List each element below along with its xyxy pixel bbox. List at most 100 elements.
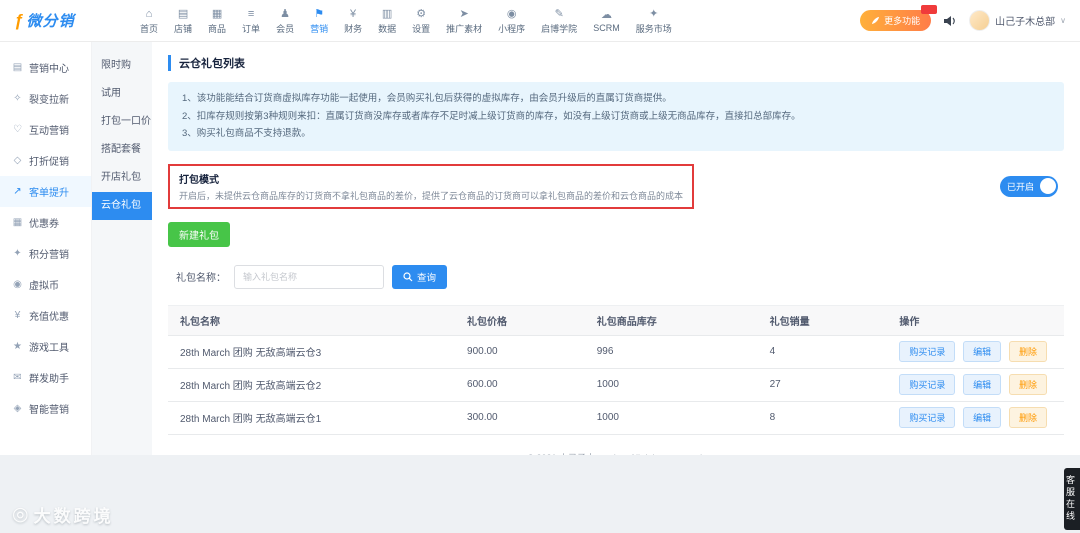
topbar-right: 更多功能 山己子木总部 ∨ xyxy=(860,5,1066,31)
top-nav-item[interactable]: ✎ 启博学院 xyxy=(533,7,585,35)
top-nav-item[interactable]: ¥ 财务 xyxy=(336,7,370,35)
chevron-down-icon: ∨ xyxy=(1060,16,1066,25)
nav-label: 营销 xyxy=(310,23,329,34)
cell-package-sales: 27 xyxy=(757,368,888,402)
watermark: ◎ 大数跨境 xyxy=(12,502,114,527)
search-button-label: 查询 xyxy=(417,272,437,284)
top-nav-item[interactable]: ▤ 店铺 xyxy=(166,7,200,35)
sidebar-item-icon: ¥ xyxy=(14,310,21,321)
cell-package-sales: 4 xyxy=(757,335,888,369)
cell-package-name: 28th March 团购 无敌高端云仓1 xyxy=(168,401,456,435)
col-package-price: 礼包价格 xyxy=(455,304,585,336)
sidebar-item[interactable]: ★ 游戏工具 xyxy=(0,331,91,362)
sidebar-item[interactable]: ◇ 打折促销 xyxy=(0,145,91,176)
edit-button[interactable]: 编辑 xyxy=(963,341,1002,363)
sidebar-item-label: 虚拟币 xyxy=(29,281,59,292)
sidebar-item-icon: ◇ xyxy=(13,155,22,166)
table-row: 28th March 团购 无敌高端云仓1 300.00 1000 8 购买记录… xyxy=(168,401,1064,435)
delete-button[interactable]: 删除 xyxy=(1008,407,1047,429)
submenu-item[interactable]: 云仓礼包 xyxy=(92,192,152,220)
customer-service-tab[interactable]: 客服在线 xyxy=(1064,468,1080,530)
package-mode-toggle[interactable]: 已开启 xyxy=(1000,175,1058,197)
nav-label: SCRM xyxy=(593,23,620,33)
sidebar-item-icon: ▤ xyxy=(12,62,23,73)
sidebar-item-icon: ▦ xyxy=(12,217,23,228)
col-package-stock: 礼包商品库存 xyxy=(584,304,758,336)
logo[interactable]: ƒ 微分销 xyxy=(14,10,132,31)
edit-button[interactable]: 编辑 xyxy=(963,407,1002,429)
logo-text: 微分销 xyxy=(26,13,75,30)
purchase-records-button[interactable]: 购买记录 xyxy=(899,341,956,363)
edit-button[interactable]: 编辑 xyxy=(963,374,1002,396)
sidebar-item[interactable]: ▦ 优惠券 xyxy=(0,207,91,238)
user-menu[interactable]: 山己子木总部 ∨ xyxy=(969,10,1066,31)
purchase-records-button[interactable]: 购买记录 xyxy=(899,374,956,396)
nav-label: 财务 xyxy=(344,23,363,34)
nav-label: 商品 xyxy=(208,23,227,34)
top-nav-item[interactable]: ♟ 会员 xyxy=(268,7,302,35)
sidebar-item[interactable]: ✦ 积分营销 xyxy=(0,238,91,269)
submenu-item[interactable]: 试用 xyxy=(92,80,152,108)
cell-package-stock: 996 xyxy=(584,335,758,369)
sidebar-item-icon: ★ xyxy=(13,341,22,352)
sidebar-item[interactable]: ◈ 智能营销 xyxy=(0,393,91,424)
top-nav-item[interactable]: ⚑ 营销 xyxy=(302,7,336,35)
package-mode-highlight: 打包模式 开启后，未提供云仓商品库存的订货商不拿礼包商品的差价，提供了云仓商品的… xyxy=(168,163,695,209)
top-nav-item[interactable]: ◉ 小程序 xyxy=(490,7,533,35)
top-nav-item[interactable]: ▦ 商品 xyxy=(200,7,234,35)
notice-line: 3、购买礼包商品不支持退款。 xyxy=(182,128,311,140)
announcement-icon[interactable] xyxy=(943,15,957,27)
cell-package-stock: 1000 xyxy=(584,401,758,435)
sidebar-item[interactable]: ¥ 充值优惠 xyxy=(0,300,91,331)
package-table: 礼包名称 礼包价格 礼包商品库存 礼包销量 操作 28th March 团购 无… xyxy=(168,304,1064,435)
table-body: 28th March 团购 无敌高端云仓3 900.00 996 4 购买记录 … xyxy=(168,335,1064,435)
package-mode-row: 打包模式 开启后，未提供云仓商品库存的订货商不拿礼包商品的差价，提供了云仓商品的… xyxy=(168,163,1064,209)
search-row: 礼包名称： 查询 xyxy=(176,264,1064,289)
delete-button[interactable]: 删除 xyxy=(1008,341,1047,363)
top-nav-item[interactable]: ▥ 数据 xyxy=(370,7,404,35)
cell-package-price: 300.00 xyxy=(455,401,585,435)
nav-icon: ⌂ xyxy=(145,7,153,20)
nav-label: 数据 xyxy=(378,23,397,34)
nav-label: 订单 xyxy=(242,23,261,34)
submenu-item[interactable]: 打包一口价 xyxy=(92,108,152,136)
top-nav-item[interactable]: ⌂ 首页 xyxy=(132,7,166,35)
top-nav-item[interactable]: ☁ SCRM xyxy=(585,8,628,33)
sidebar-item[interactable]: ♡ 互动营销 xyxy=(0,114,91,145)
search-button[interactable]: 查询 xyxy=(392,264,448,289)
sidebar-item[interactable]: ✧ 裂变拉新 xyxy=(0,83,91,114)
page-title: 云仓礼包列表 xyxy=(168,55,1064,71)
sidebar-item[interactable]: ◉ 虚拟币 xyxy=(0,269,91,300)
cell-operations: 购买记录 编辑 删除 xyxy=(887,401,1064,435)
purchase-records-button[interactable]: 购买记录 xyxy=(899,407,956,429)
sidebar-item-label: 互动营销 xyxy=(29,126,69,137)
sidebar-item[interactable]: ↗ 客单提升 xyxy=(0,176,91,207)
search-input[interactable] xyxy=(234,264,384,289)
sidebar-item-label: 智能营销 xyxy=(29,405,69,416)
delete-button[interactable]: 删除 xyxy=(1008,374,1047,396)
submenu-item[interactable]: 搭配套餐 xyxy=(92,136,152,164)
sidebar-item[interactable]: ▤ 营销中心 xyxy=(0,52,91,83)
sidebar-item-icon: ◈ xyxy=(13,403,22,414)
nav-icon: ¥ xyxy=(350,7,357,20)
sidebar-item[interactable]: ✉ 群发助手 xyxy=(0,362,91,393)
sidebar-item-label: 客单提升 xyxy=(29,188,69,199)
top-nav-item[interactable]: ➤ 推广素材 xyxy=(438,7,490,35)
toggle-knob xyxy=(1040,178,1056,195)
cell-operations: 购买记录 编辑 删除 xyxy=(887,335,1064,369)
submenu-item[interactable]: 限时购 xyxy=(92,52,152,80)
sidebar-item-label: 积分营销 xyxy=(29,250,69,261)
top-nav-item[interactable]: ✦ 服务市场 xyxy=(628,7,680,35)
notice-line: 2、扣库存规则按第3种规则来扣：直属订货商没库存或者库存不足时减上级订货商的库存… xyxy=(182,110,801,122)
top-nav-item[interactable]: ≡ 订单 xyxy=(234,7,268,35)
create-package-button[interactable]: 新建礼包 xyxy=(168,221,230,247)
sidebar-item-icon: ♡ xyxy=(13,124,22,135)
nav-icon: ➤ xyxy=(459,7,469,20)
cell-package-stock: 1000 xyxy=(584,368,758,402)
logo-icon: ƒ xyxy=(14,10,24,30)
submenu-item[interactable]: 开店礼包 xyxy=(92,164,152,192)
cell-package-price: 600.00 xyxy=(455,368,585,402)
nav-icon: ⚑ xyxy=(314,7,325,20)
top-nav-item[interactable]: ⚙ 设置 xyxy=(404,7,438,35)
more-functions-button[interactable]: 更多功能 xyxy=(860,5,938,31)
